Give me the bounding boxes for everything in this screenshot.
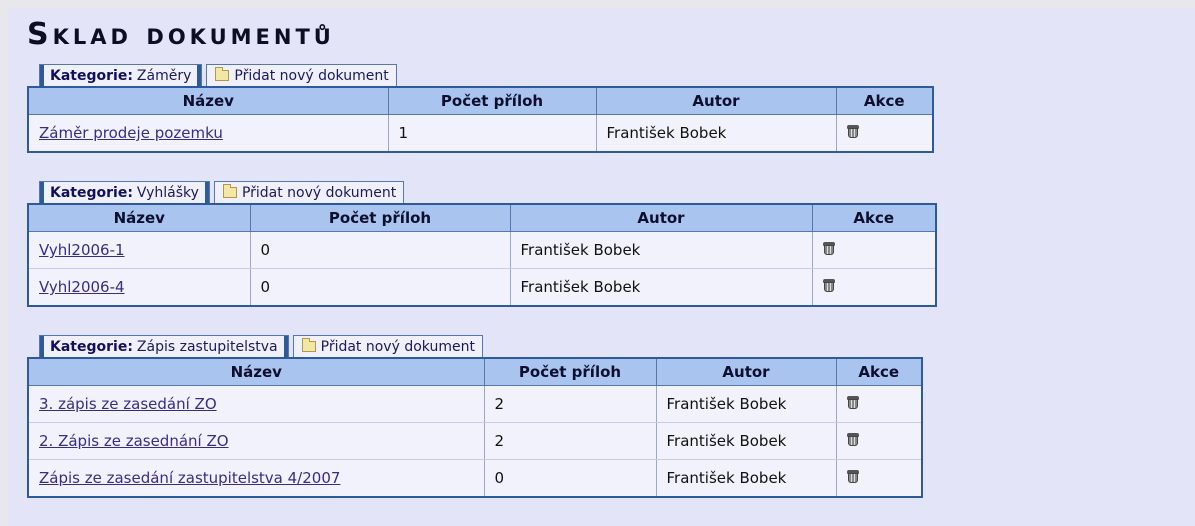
category-tabbar: Kategorie: Zápis zastupitelstva Přidat n… [39, 335, 937, 357]
window-frame-top [0, 0, 1195, 8]
column-header-attachments: Počet příloh [249, 204, 510, 232]
author-name: František Bobek [655, 385, 836, 423]
column-header-actions: Akce [835, 87, 933, 115]
add-document-label: Přidat nový dokument [241, 184, 397, 201]
document-link[interactable]: 2. Zápis ze zasednání ZO [39, 432, 229, 450]
trash-icon[interactable] [846, 469, 859, 483]
table-row: Vyhl2006-1 0 František Bobek [28, 231, 936, 269]
folder-icon [215, 67, 230, 81]
add-document-label: Přidat nový dokument [234, 67, 389, 84]
category-prefix: Kategorie: [50, 184, 133, 201]
attachment-count: 2 [483, 422, 656, 460]
author-name: František Bobek [509, 231, 812, 269]
add-document-button[interactable]: Přidat nový dokument [292, 335, 483, 357]
category-prefix: Kategorie: [50, 67, 133, 84]
column-header-actions: Akce [835, 358, 922, 386]
table-row: 2. Zápis ze zasednání ZO 2 František Bob… [28, 422, 922, 460]
category-tab: Kategorie: Záměry [39, 64, 203, 86]
attachment-count: 2 [483, 385, 656, 423]
column-header-name: Název [28, 204, 250, 232]
author-name: František Bobek [655, 459, 836, 497]
document-link[interactable]: Záměr prodeje pozemku [39, 124, 223, 142]
documents-table: Název Počet příloh Autor Akce Záměr prod… [27, 86, 934, 153]
main-content: Sklad dokumentů Kategorie: Záměry Přidat… [27, 18, 937, 526]
category-tabbar: Kategorie: Záměry Přidat nový dokument [39, 64, 937, 86]
column-header-name: Název [28, 87, 388, 115]
table-row: Vyhl2006-4 0 František Bobek [28, 268, 936, 306]
table-row: 3. zápis ze zasedání ZO 2 František Bobe… [28, 385, 922, 423]
attachment-count: 0 [483, 459, 656, 497]
add-document-button[interactable]: Přidat nový dokument [206, 64, 397, 86]
trash-icon[interactable] [822, 278, 835, 292]
table-row: Záměr prodeje pozemku 1 František Bobek [28, 114, 933, 152]
attachment-count: 0 [249, 268, 510, 306]
author-name: František Bobek [595, 114, 836, 152]
attachment-count: 0 [249, 231, 510, 269]
category-tab: Kategorie: Vyhlášky [39, 181, 210, 203]
trash-icon[interactable] [822, 241, 835, 255]
category-name: Záměry [136, 67, 192, 84]
author-name: František Bobek [509, 268, 812, 306]
window-frame-left [0, 0, 8, 526]
trash-icon[interactable] [846, 395, 859, 409]
category-tab: Kategorie: Zápis zastupitelstva [39, 335, 289, 357]
document-link[interactable]: Vyhl2006-4 [39, 278, 125, 296]
author-name: František Bobek [655, 422, 836, 460]
column-header-attachments: Počet příloh [387, 87, 596, 115]
trash-icon[interactable] [846, 124, 859, 138]
documents-table: Název Počet příloh Autor Akce Vyhl2006-1… [27, 203, 937, 307]
column-header-name: Název [28, 358, 484, 386]
category-section-zamery: Kategorie: Záměry Přidat nový dokument N… [27, 64, 937, 153]
column-header-author: Autor [595, 87, 836, 115]
column-header-author: Autor [509, 204, 812, 232]
column-header-author: Autor [655, 358, 836, 386]
category-name: Vyhlášky [136, 184, 199, 201]
table-header-row: Název Počet příloh Autor Akce [28, 87, 933, 115]
category-section-vyhlasky: Kategorie: Vyhlášky Přidat nový dokument… [27, 181, 937, 307]
folder-icon [301, 338, 316, 352]
page-title: Sklad dokumentů [27, 17, 335, 52]
table-row: Zápis ze zasedání zastupitelstva 4/2007 … [28, 459, 922, 497]
folder-icon [222, 184, 237, 198]
category-name: Zápis zastupitelstva [136, 338, 278, 355]
document-link[interactable]: Zápis ze zasedání zastupitelstva 4/2007 [39, 469, 340, 487]
category-tabbar: Kategorie: Vyhlášky Přidat nový dokument [39, 181, 937, 203]
table-header-row: Název Počet příloh Autor Akce [28, 204, 936, 232]
add-document-label: Přidat nový dokument [320, 338, 475, 355]
column-header-actions: Akce [811, 204, 936, 232]
trash-icon[interactable] [846, 432, 859, 446]
column-header-attachments: Počet příloh [483, 358, 656, 386]
table-header-row: Název Počet příloh Autor Akce [28, 358, 922, 386]
documents-table: Název Počet příloh Autor Akce 3. zápis z… [27, 357, 923, 498]
add-document-button[interactable]: Přidat nový dokument [213, 181, 405, 203]
category-section-zapis: Kategorie: Zápis zastupitelstva Přidat n… [27, 335, 937, 498]
document-link[interactable]: Vyhl2006-1 [39, 241, 125, 259]
category-prefix: Kategorie: [50, 338, 133, 355]
attachment-count: 1 [387, 114, 596, 152]
document-link[interactable]: 3. zápis ze zasedání ZO [39, 395, 217, 413]
